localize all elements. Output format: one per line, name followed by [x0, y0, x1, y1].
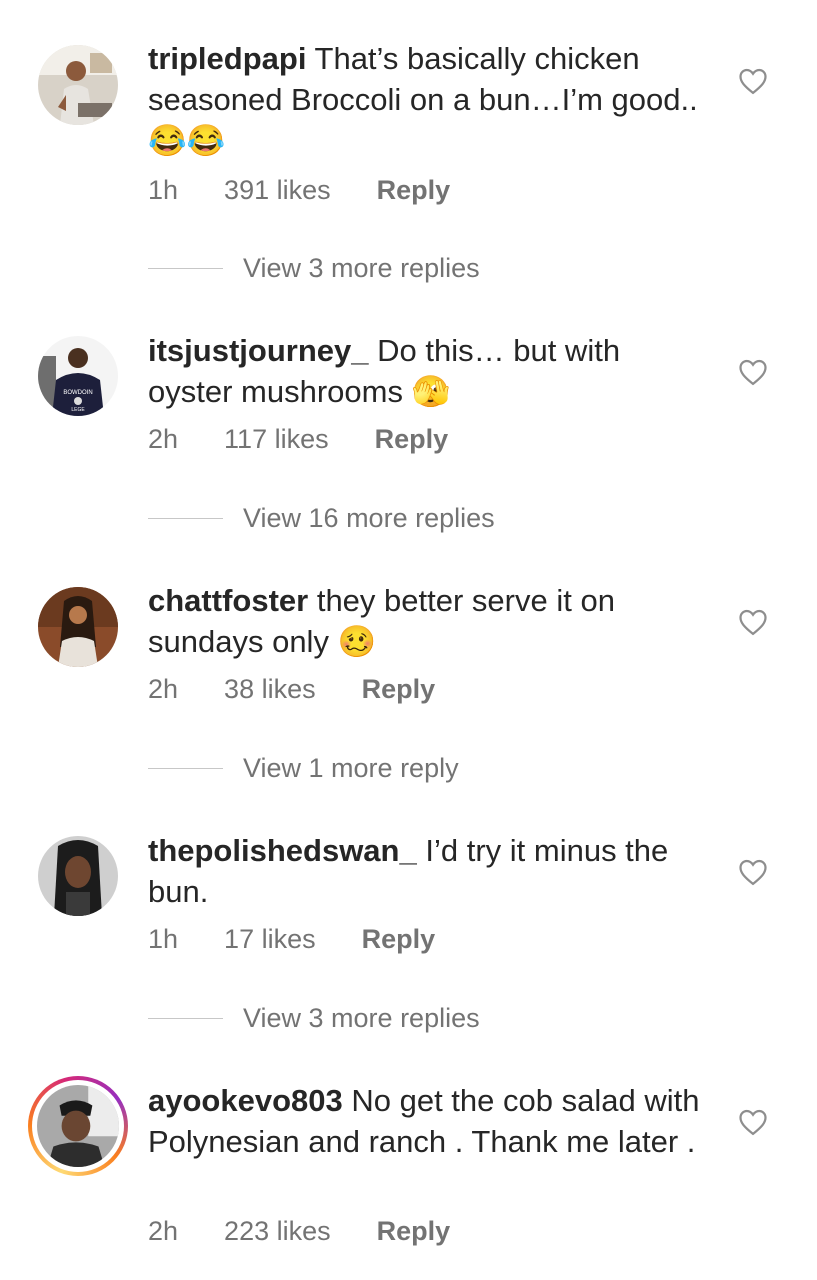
comment-likes[interactable]: 223 likes: [224, 1216, 331, 1247]
comment-body: chattfoster they better serve it on sund…: [148, 580, 708, 662]
comment-meta: 2h 223 likes Reply: [148, 1216, 496, 1247]
comment-meta: 1h 391 likes Reply: [148, 175, 496, 206]
view-replies[interactable]: View 3 more replies: [148, 1003, 480, 1034]
comment-username[interactable]: ayookevo803: [148, 1083, 343, 1118]
avatar-photo: [38, 587, 118, 667]
avatar[interactable]: [38, 587, 118, 667]
heart-outline-icon[interactable]: [738, 858, 768, 886]
avatar[interactable]: BOWDOIN LEGE: [38, 336, 118, 416]
svg-text:BOWDOIN: BOWDOIN: [63, 390, 92, 396]
comment-time: 2h: [148, 674, 179, 704]
comment-emoji: 🥴: [337, 624, 377, 659]
reply-button[interactable]: Reply: [362, 924, 436, 955]
heart-outline-icon[interactable]: [738, 358, 768, 386]
comment-body: tripledpapi That’s basically chicken sea…: [148, 38, 708, 161]
comment-likes[interactable]: 17 likes: [224, 924, 316, 955]
view-replies[interactable]: View 1 more reply: [148, 753, 459, 784]
avatar-photo: [38, 45, 118, 125]
comment-body: thepolishedswan_ I’d try it minus the bu…: [148, 830, 708, 912]
view-replies-label[interactable]: View 3 more replies: [243, 1003, 480, 1034]
comment-username[interactable]: thepolishedswan_: [148, 833, 417, 868]
comment-emoji: 🫣: [411, 374, 451, 409]
comment-meta: 1h 17 likes Reply: [148, 924, 481, 955]
comment-meta: 2h 117 likes Reply: [148, 424, 494, 455]
divider-line: [148, 1018, 223, 1019]
avatar-story-ring[interactable]: [28, 1076, 128, 1176]
reply-button[interactable]: Reply: [377, 1216, 451, 1247]
comment-likes[interactable]: 391 likes: [224, 175, 331, 206]
avatar[interactable]: [38, 836, 118, 916]
comment-emoji: 😂😂: [148, 123, 226, 158]
reply-button[interactable]: Reply: [375, 424, 449, 455]
comment-body: itsjustjourney_ Do this… but with oyster…: [148, 330, 708, 412]
comment-time: 1h: [148, 175, 179, 205]
heart-outline-icon[interactable]: [738, 1108, 768, 1136]
reply-button[interactable]: Reply: [362, 674, 436, 705]
view-replies[interactable]: View 16 more replies: [148, 503, 495, 534]
story-ring-gap: [32, 1080, 124, 1172]
comment-meta: 2h 38 likes Reply: [148, 674, 481, 705]
view-replies-label[interactable]: View 16 more replies: [243, 503, 495, 534]
comment-time: 2h: [148, 1216, 179, 1246]
heart-outline-icon[interactable]: [738, 67, 768, 95]
comment-likes[interactable]: 38 likes: [224, 674, 316, 705]
divider-line: [148, 268, 223, 269]
comment-likes[interactable]: 117 likes: [224, 424, 329, 455]
comment-username[interactable]: chattfoster: [148, 583, 308, 618]
avatar[interactable]: [38, 45, 118, 125]
view-replies-label[interactable]: View 1 more reply: [243, 753, 459, 784]
divider-line: [148, 518, 223, 519]
comment-username[interactable]: tripledpapi: [148, 41, 306, 76]
view-replies-label[interactable]: View 3 more replies: [243, 253, 480, 284]
comment-username[interactable]: itsjustjourney_: [148, 333, 369, 368]
heart-outline-icon[interactable]: [738, 608, 768, 636]
reply-button[interactable]: Reply: [377, 175, 451, 206]
comment-time: 1h: [148, 924, 179, 954]
comment-body: ayookevo803 No get the cob salad with Po…: [148, 1080, 708, 1162]
avatar: [37, 1085, 119, 1167]
view-replies[interactable]: View 3 more replies: [148, 253, 480, 284]
divider-line: [148, 768, 223, 769]
avatar-photo: BOWDOIN LEGE: [38, 336, 118, 416]
avatar-photo: [37, 1085, 119, 1167]
svg-text:LEGE: LEGE: [71, 407, 85, 413]
avatar-photo: [38, 836, 118, 916]
comment-time: 2h: [148, 424, 179, 454]
